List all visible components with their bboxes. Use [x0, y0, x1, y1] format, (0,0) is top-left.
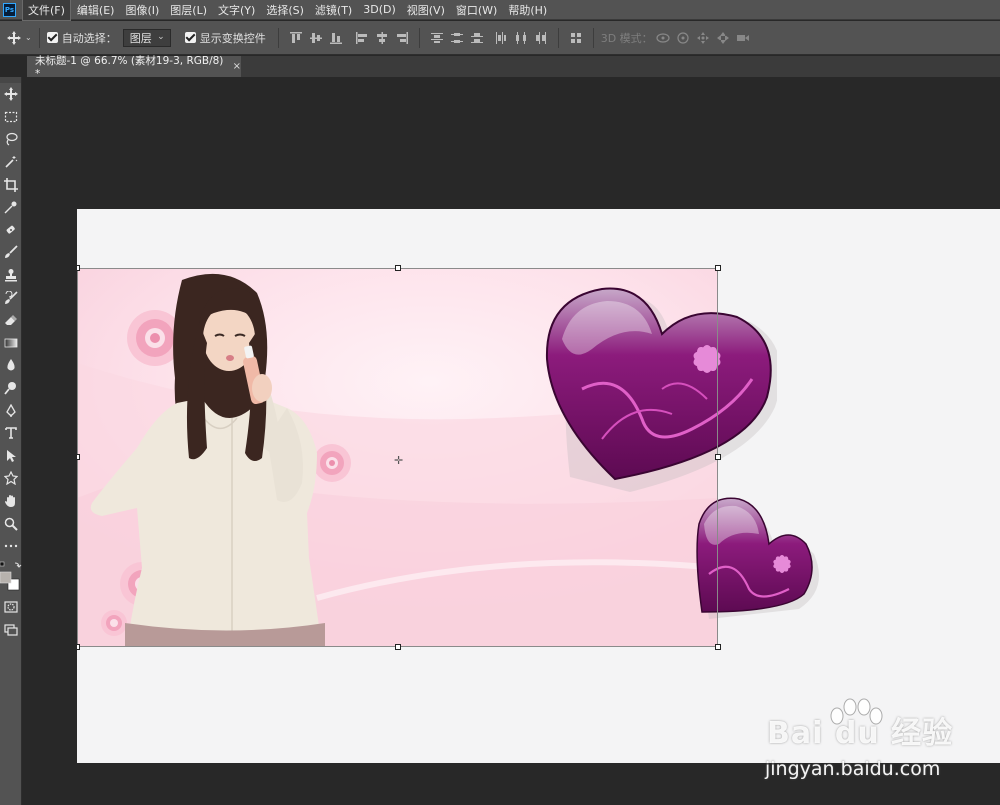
document-tab-bar: 未标题-1 @ 66.7% (素材19-3, RGB/8) * ×	[27, 55, 1000, 80]
options-separator	[38, 27, 40, 48]
close-icon[interactable]: ×	[233, 61, 241, 72]
ps-logo-icon[interactable]: Ps	[3, 2, 16, 17]
options-separator	[418, 27, 420, 48]
watermark-url: jingyan.baidu.com	[765, 758, 941, 780]
menu-view[interactable]: 视图(V)	[402, 0, 450, 20]
clone-stamp-tool-icon[interactable]	[0, 264, 22, 287]
align-top-icon[interactable]	[286, 28, 306, 48]
gradient-tool-icon[interactable]	[0, 332, 22, 355]
quick-mask-icon[interactable]	[0, 595, 22, 618]
align-bottom-icon[interactable]	[326, 28, 346, 48]
move-tool-preset-icon[interactable]	[4, 28, 24, 48]
3d-roll-icon[interactable]	[673, 28, 693, 48]
girl-with-bottle-photo	[90, 273, 325, 647]
align-vertical-center-icon[interactable]	[306, 28, 326, 48]
document-canvas[interactable]: ✛	[77, 209, 1000, 763]
distribute-bottom-icon[interactable]	[467, 28, 487, 48]
preset-caret-icon[interactable]: ⌄	[25, 33, 32, 42]
more-tools-icon[interactable]	[0, 535, 22, 558]
distribute-vertical-center-icon[interactable]	[447, 28, 467, 48]
big-purple-heart-image[interactable]	[542, 279, 777, 494]
type-tool-icon[interactable]	[0, 422, 22, 445]
distribute-right-icon[interactable]	[531, 28, 551, 48]
auto-select-label: 自动选择：	[61, 31, 117, 45]
color-swatches-icon[interactable]	[0, 557, 22, 595]
show-transform-checkbox[interactable]	[184, 32, 196, 43]
menu-type[interactable]: 文字(Y)	[213, 0, 260, 20]
menu-filter[interactable]: 滤镜(T)	[310, 0, 357, 20]
align-left-icon[interactable]	[352, 28, 372, 48]
crop-tool-icon[interactable]	[0, 173, 22, 196]
menu-3d[interactable]: 3D(D)	[358, 1, 401, 18]
document-tab-title: 未标题-1 @ 66.7% (素材19-3, RGB/8) *	[35, 55, 224, 80]
3d-scale-icon[interactable]	[733, 28, 753, 48]
eyedropper-tool-icon[interactable]	[0, 196, 22, 219]
pen-tool-icon[interactable]	[0, 399, 22, 422]
custom-shape-tool-icon[interactable]	[0, 467, 22, 490]
menu-select[interactable]: 选择(S)	[261, 0, 309, 20]
move-tool-icon[interactable]	[0, 83, 22, 106]
baidu-jingyan-watermark: Bai du 经验 jingyan.baidu.com	[765, 698, 1000, 793]
path-selection-tool-icon[interactable]	[0, 445, 22, 468]
menu-image[interactable]: 图像(I)	[120, 0, 164, 20]
auto-select-target-value: 图层	[129, 31, 152, 45]
3d-mode-label: 3D 模式：	[600, 31, 653, 45]
menu-file[interactable]: 文件(F)	[22, 0, 71, 21]
align-horizontal-center-icon[interactable]	[372, 28, 392, 48]
lasso-tool-icon[interactable]	[0, 128, 22, 151]
auto-align-layers-icon[interactable]	[566, 28, 586, 48]
distribute-top-icon[interactable]	[427, 28, 447, 48]
auto-select-target-dropdown[interactable]: 图层 ⌄	[122, 28, 171, 47]
zoom-tool-icon[interactable]	[0, 512, 22, 535]
menu-edit[interactable]: 编辑(E)	[72, 0, 120, 20]
distribute-horizontal-center-icon[interactable]	[511, 28, 531, 48]
magic-wand-tool-icon[interactable]	[0, 151, 22, 174]
hand-tool-icon[interactable]	[0, 490, 22, 513]
history-brush-tool-icon[interactable]	[0, 286, 22, 309]
chevron-down-icon: ⌄	[157, 31, 165, 42]
eraser-tool-icon[interactable]	[0, 309, 22, 332]
healing-brush-tool-icon[interactable]	[0, 219, 22, 242]
options-separator	[277, 27, 279, 48]
menu-window[interactable]: 窗口(W)	[451, 0, 502, 20]
marquee-tool-icon[interactable]	[0, 106, 22, 129]
3d-pan-icon[interactable]	[693, 28, 713, 48]
distribute-left-icon[interactable]	[491, 28, 511, 48]
3d-slide-icon[interactable]	[713, 28, 733, 48]
show-transform-label: 显示变换控件	[199, 31, 266, 45]
document-tab[interactable]: 未标题-1 @ 66.7% (素材19-3, RGB/8) * ×	[27, 55, 241, 80]
dodge-tool-icon[interactable]	[0, 377, 22, 400]
options-separator	[592, 27, 594, 48]
screen-mode-icon[interactable]	[0, 618, 22, 641]
blur-tool-icon[interactable]	[0, 354, 22, 377]
menu-bar: Ps 文件(F) 编辑(E) 图像(I) 图层(L) 文字(Y) 选择(S) 滤…	[0, 0, 1000, 21]
3d-orbit-icon[interactable]	[653, 28, 673, 48]
options-separator	[557, 27, 559, 48]
tools-panel	[0, 77, 22, 805]
small-purple-heart-image[interactable]	[694, 494, 819, 619]
watermark-logo-text: Bai du 经验	[767, 716, 954, 751]
align-right-icon[interactable]	[392, 28, 412, 48]
menu-help[interactable]: 帮助(H)	[503, 0, 552, 20]
auto-select-checkbox[interactable]	[46, 32, 58, 43]
brush-tool-icon[interactable]	[0, 241, 22, 264]
menu-layer[interactable]: 图层(L)	[165, 0, 212, 20]
options-bar: ⌄ 自动选择： 图层 ⌄ 显示变换控件 3D 模式：	[0, 21, 1000, 55]
